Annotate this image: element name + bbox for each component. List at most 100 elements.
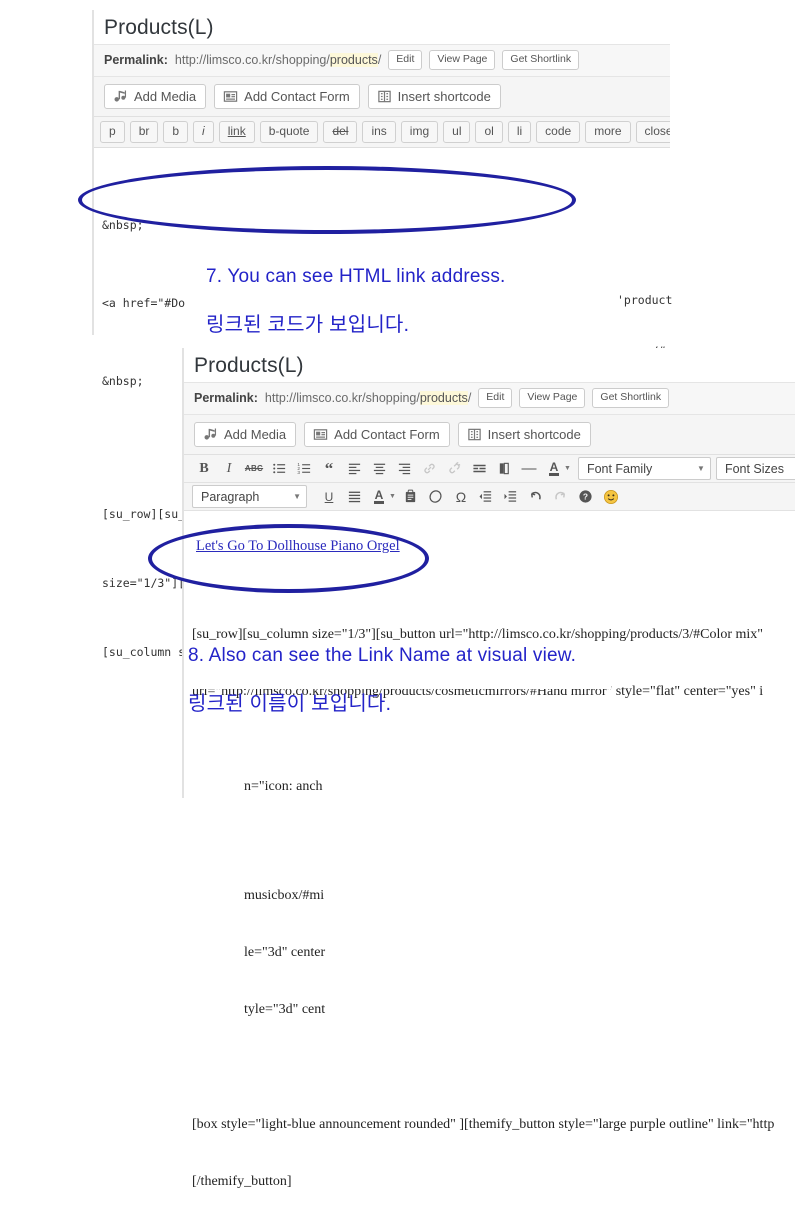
align-center-icon[interactable] (367, 458, 391, 480)
add-contact-form-label: Add Contact Form (334, 426, 440, 442)
paragraph-format-label: Paragraph (201, 489, 260, 504)
redo-icon[interactable] (549, 486, 573, 508)
quicktag-b[interactable]: b (163, 120, 189, 143)
italic-icon[interactable]: I (217, 458, 241, 480)
numbered-list-icon[interactable]: 123 (292, 458, 316, 480)
distraction-free-icon[interactable] (492, 458, 516, 480)
quicktag-br[interactable]: br (129, 120, 159, 143)
svg-text:3: 3 (297, 470, 300, 475)
annotation-8-line-ko: 링크된 이름이 보입니다. (188, 693, 392, 715)
underline-icon[interactable]: U (317, 486, 341, 508)
blockquote-icon[interactable]: “ (317, 458, 341, 480)
horizontal-rule-icon[interactable]: — (517, 458, 541, 480)
contact-form-icon (313, 427, 328, 442)
add-contact-form-button[interactable]: Add Contact Form (214, 83, 360, 110)
get-shortlink-button[interactable]: Get Shortlink (502, 50, 580, 70)
annotation-8-line-en: 8. Also can see the Link Name at visual … (188, 645, 577, 666)
add-media-icon (113, 89, 128, 104)
text-color-letter: A (373, 487, 385, 504)
quicktag-ol[interactable]: ol (475, 120, 503, 143)
permalink-url[interactable]: http://limsco.co.kr/shopping/products/ (175, 52, 382, 67)
quicktag-more[interactable]: more (585, 120, 631, 143)
permalink-slug: products (329, 52, 378, 67)
page-title: Products(L) (104, 16, 214, 39)
add-media-label: Add Media (224, 426, 287, 442)
text-color-letter: A (548, 459, 560, 476)
highlight-ellipse-link (148, 524, 429, 593)
add-media-button[interactable]: Add Media (104, 83, 207, 110)
quicktag-close-tags[interactable]: close tags (635, 120, 670, 143)
add-contact-form-label: Add Contact Form (244, 88, 350, 104)
indent-icon[interactable] (499, 486, 523, 508)
annotation-7-line-ko: 링크된 코드가 보입니다. (206, 314, 410, 336)
shortcode-icon (467, 427, 482, 442)
permalink-slug: products (419, 390, 468, 405)
permalink-label: Permalink: (194, 390, 258, 405)
view-page-button[interactable]: View Page (429, 50, 496, 70)
permalink-bar: Permalink: http://limsco.co.kr/shopping/… (94, 45, 670, 77)
font-sizes-label: Font Sizes (724, 461, 784, 476)
chevron-down-icon: ▼ (293, 492, 301, 502)
align-right-icon[interactable] (392, 458, 416, 480)
bold-icon[interactable]: B (192, 458, 216, 480)
shortcode-text-block-indent-2: musicbox/#mi le="3d" center tyle="3d" ce… (184, 834, 795, 1057)
text-color-icon[interactable]: A (367, 486, 391, 508)
insert-link-icon[interactable] (417, 458, 441, 480)
font-family-select[interactable]: Font Family ▼ (577, 457, 711, 481)
align-left-icon[interactable] (342, 458, 366, 480)
clear-formatting-icon[interactable] (424, 486, 448, 508)
justify-icon[interactable] (342, 486, 366, 508)
insert-shortcode-button[interactable]: Insert shortcode (367, 83, 501, 110)
unlink-icon[interactable] (442, 458, 466, 480)
shortcode-line: n="icon: anch (244, 779, 323, 795)
page-title: Products(L) (194, 354, 304, 377)
code-fragment: 'product (617, 293, 673, 307)
shortcode-line: [su_row][su_column size="1/3"][su_button… (192, 627, 763, 643)
paragraph-format-select[interactable]: Paragraph ▼ (192, 485, 307, 509)
post-title-bar: Products(L) (94, 10, 670, 45)
text-color-icon[interactable]: A (542, 458, 566, 480)
insert-shortcode-button[interactable]: Insert shortcode (457, 421, 591, 448)
undo-icon[interactable] (524, 486, 548, 508)
text-color-chevron-down-icon[interactable]: ▼ (389, 493, 396, 500)
get-shortlink-button[interactable]: Get Shortlink (592, 388, 670, 408)
edit-permalink-button[interactable]: Edit (478, 388, 513, 408)
outdent-icon[interactable] (474, 486, 498, 508)
quicktag-del[interactable]: del (323, 120, 358, 143)
emoji-icon[interactable] (599, 486, 623, 508)
quicktag-b-quote[interactable]: b-quote (259, 120, 319, 143)
quicktag-i[interactable]: i (193, 120, 214, 143)
shortcode-line: le="3d" center (244, 945, 326, 961)
contact-form-icon (223, 89, 238, 104)
quicktag-ins[interactable]: ins (362, 120, 396, 143)
add-media-button[interactable]: Add Media (194, 421, 297, 448)
edit-permalink-button[interactable]: Edit (388, 50, 423, 70)
font-sizes-select[interactable]: Font Sizes (715, 457, 795, 481)
permalink-url[interactable]: http://limsco.co.kr/shopping/products/ (265, 390, 472, 405)
shortcode-icon (377, 89, 392, 104)
paste-as-text-icon[interactable] (399, 486, 423, 508)
keyboard-shortcuts-icon[interactable]: ? (574, 486, 598, 508)
add-contact-form-button[interactable]: Add Contact Form (304, 421, 450, 448)
strikethrough-icon[interactable]: ABC (242, 458, 266, 480)
quicktag-code[interactable]: code (536, 120, 581, 143)
quicktag-img[interactable]: img (400, 120, 439, 143)
quicktag-p[interactable]: p (100, 120, 125, 143)
permalink-url-suffix: / (467, 390, 472, 405)
text-color-chevron-down-icon[interactable]: ▼ (564, 465, 571, 472)
quicktag-ul[interactable]: ul (443, 120, 471, 143)
insert-shortcode-label: Insert shortcode (397, 88, 491, 104)
permalink-url-suffix: / (377, 52, 382, 67)
view-page-button[interactable]: View Page (519, 388, 586, 408)
permalink-label: Permalink: (104, 52, 168, 67)
shortcode-line: [/themify_button] (192, 1174, 292, 1190)
mce-toolbar-row-1: B I ABC 123 “ — A ▼ Font Family ▼ Font S… (184, 455, 795, 484)
svg-text:?: ? (583, 492, 588, 502)
quicktag-link[interactable]: link (218, 120, 255, 143)
bullet-list-icon[interactable] (267, 458, 291, 480)
special-character-icon[interactable]: Ω (449, 486, 473, 508)
insert-more-tag-icon[interactable] (467, 458, 491, 480)
media-buttons-bar: Add Media Add Contact Form Insert shortc… (184, 414, 795, 456)
shortcode-text-block-indent: n="icon: anch (184, 739, 795, 834)
quicktag-li[interactable]: li (507, 120, 532, 143)
